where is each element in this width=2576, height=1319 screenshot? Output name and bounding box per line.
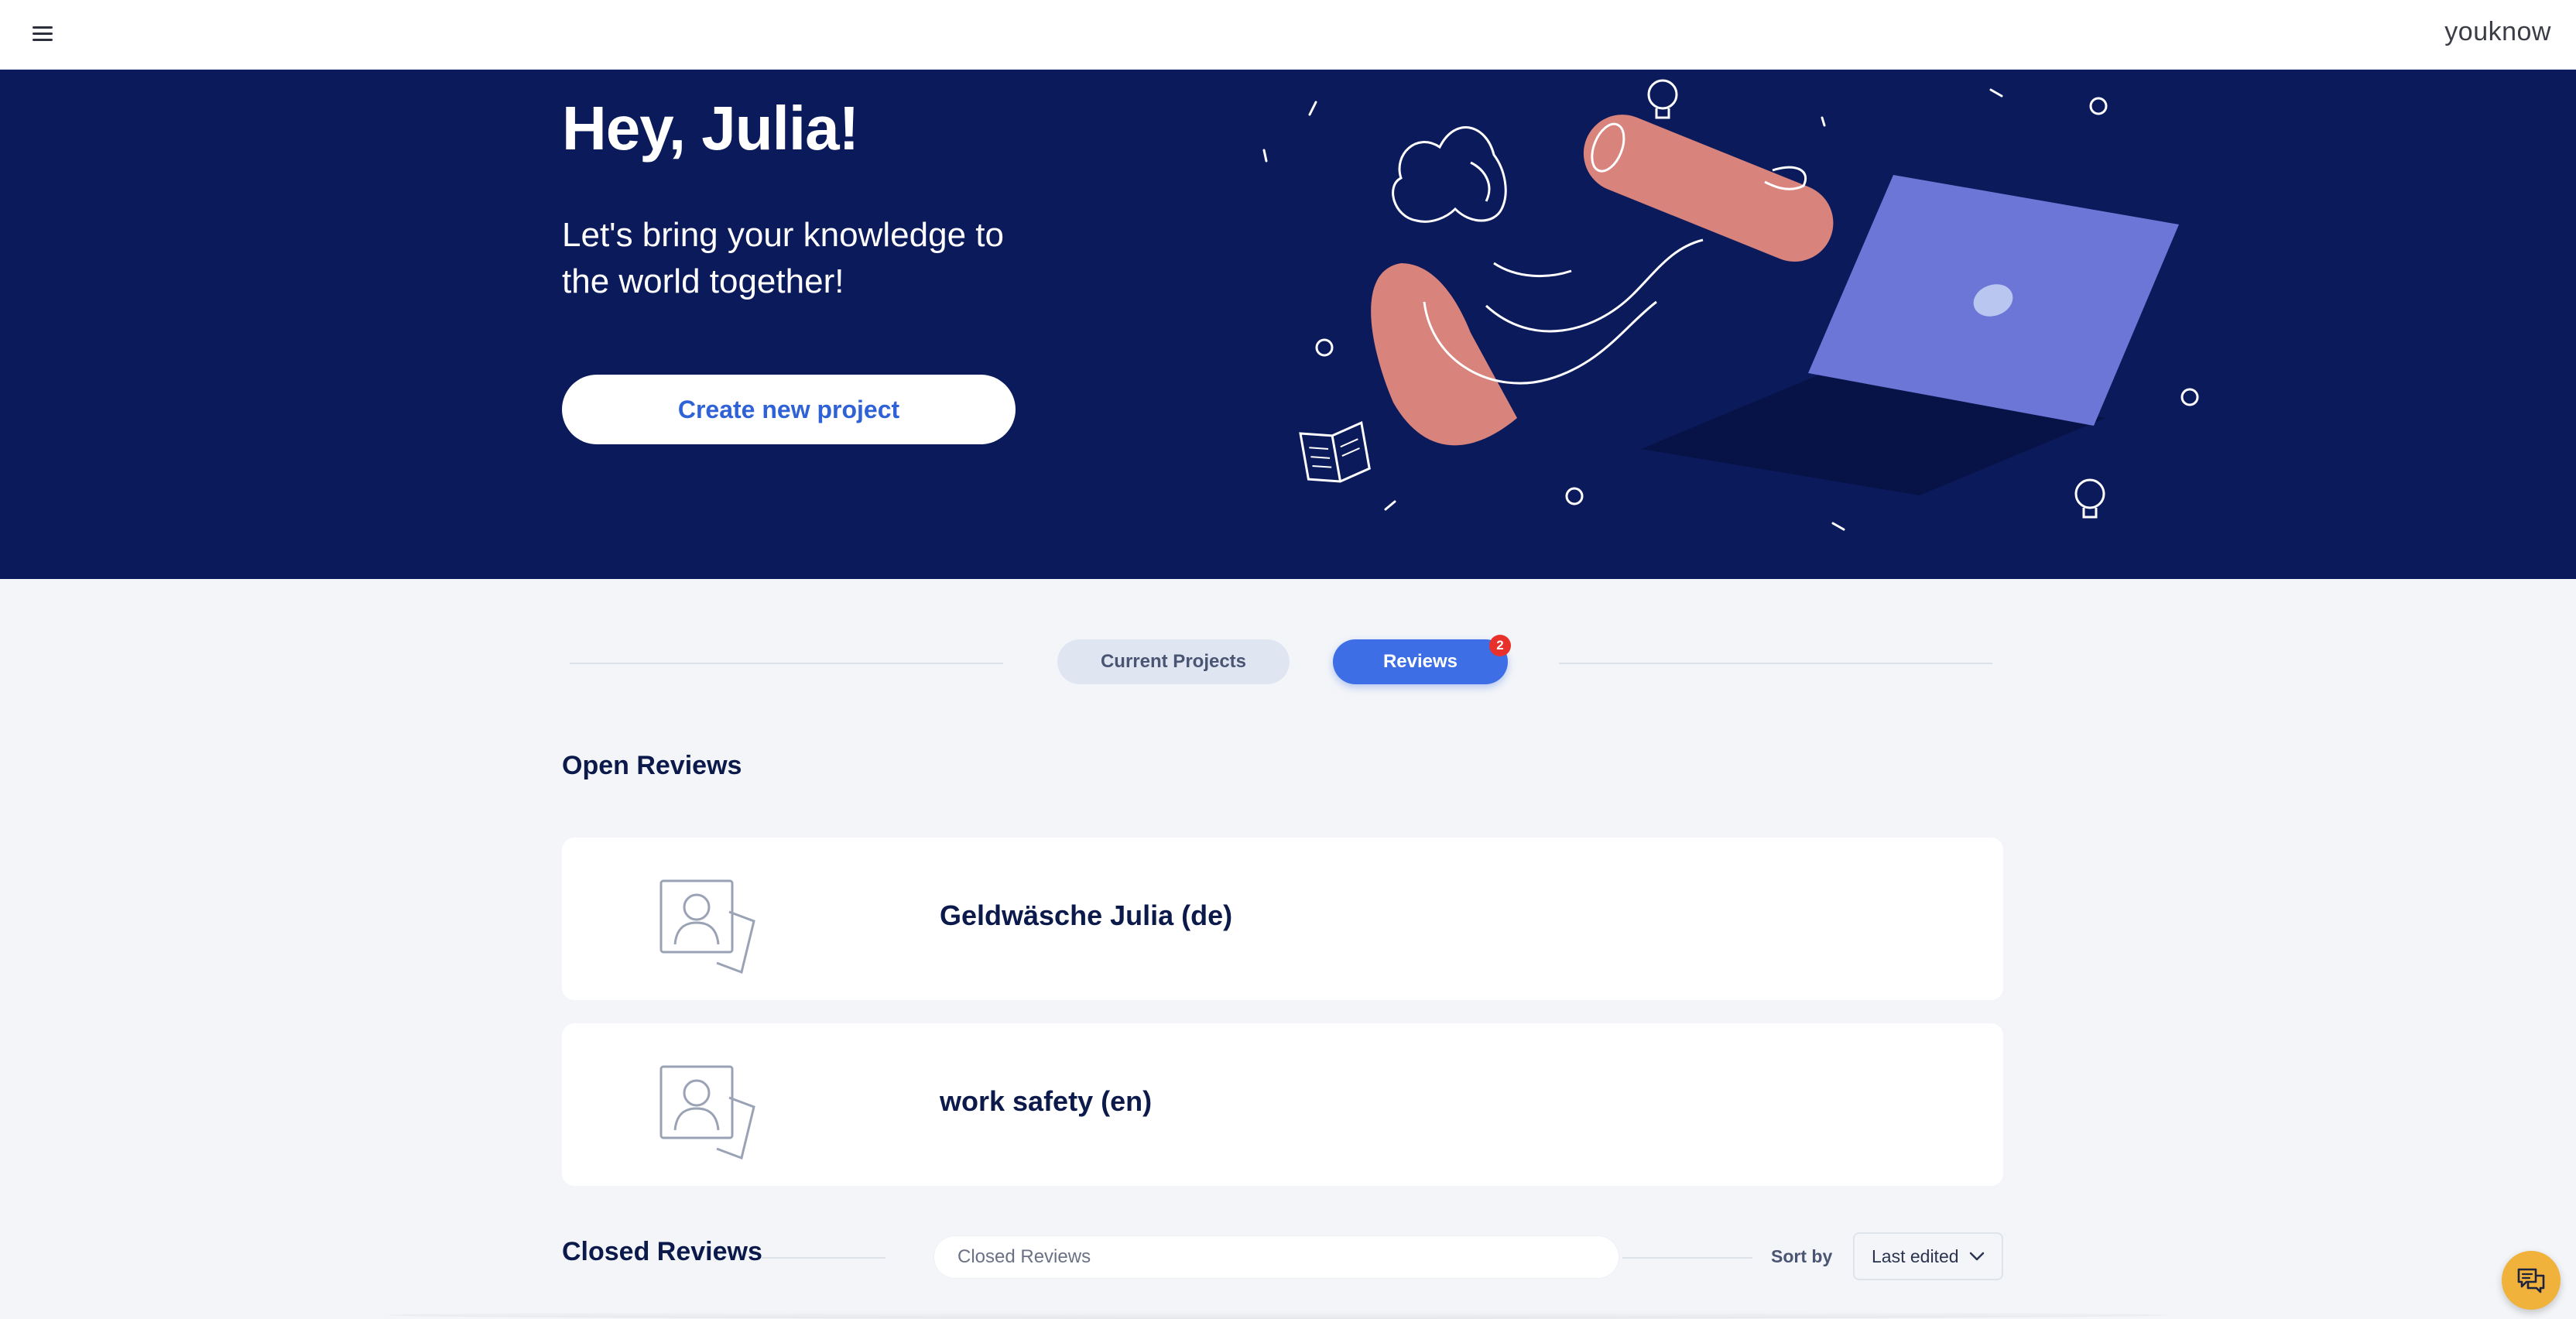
hamburger-menu-icon[interactable] [31,23,56,45]
project-thumbnail-icon [659,1065,755,1160]
review-project-name: work safety (en) [940,1085,1153,1117]
main-content: Current Projects Reviews 2 Open Reviews … [562,579,2003,1319]
review-card[interactable]: Geldwäsche Julia (de) [562,838,2003,1000]
closed-reviews-title: Closed Reviews [562,1237,762,1266]
tab-current-projects[interactable]: Current Projects [1057,639,1290,684]
hero-banner: Hey, Julia! Let's bring your knowledge t… [0,70,2576,579]
app-logo[interactable]: youknow [2444,17,2551,47]
greeting-title: Hey, Julia! [562,94,859,163]
hero-subtitle: Let's bring your knowledge to the world … [562,216,1004,300]
sort-select[interactable]: Last edited [1853,1232,2003,1280]
chat-icon [2517,1268,2545,1293]
tab-reviews[interactable]: Reviews [1333,639,1508,684]
sort-select-value: Last edited [1872,1245,1959,1266]
tab-divider-left [570,663,1003,664]
closed-reviews-search-input[interactable] [933,1235,1619,1279]
bottom-shadow [387,1311,2167,1319]
create-new-project-button[interactable]: Create new project [562,375,1016,444]
open-reviews-title: Open Reviews [562,751,742,780]
reviews-count-badge: 2 [1489,635,1511,656]
project-thumbnail-icon [659,879,755,974]
review-project-name: Geldwäsche Julia (de) [940,899,1233,931]
closed-divider-left [762,1257,886,1259]
chevron-down-icon [1969,1252,1985,1261]
chat-button[interactable] [2502,1251,2561,1310]
sort-by-label: Sort by [1771,1246,1833,1266]
top-bar: youknow [0,0,2576,70]
review-card[interactable]: work safety (en) [562,1023,2003,1186]
tab-divider-right [1559,663,1992,664]
closed-reviews-toolbar: Closed Reviews Sort by Last edited [562,1228,2003,1282]
closed-divider-right [1622,1257,1752,1259]
hero-illustration [1262,79,2199,531]
